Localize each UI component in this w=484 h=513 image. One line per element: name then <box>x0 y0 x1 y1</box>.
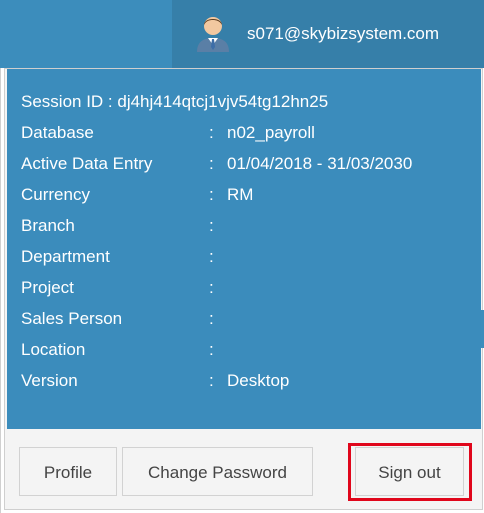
user-menu-toggle[interactable]: s071@skybizsystem.com <box>172 0 484 68</box>
session-id-value: dj4hj414qtcj1vjv54tg12hn25 <box>117 92 329 111</box>
info-label: Project <box>21 278 74 297</box>
info-colon: : <box>209 123 214 142</box>
info-value: RM <box>227 185 254 204</box>
info-row-active-data-entry: Active Data Entry : 01/04/2018 - 31/03/2… <box>21 154 481 180</box>
info-row-sales-person: Sales Person : <box>21 309 481 335</box>
info-colon: : <box>209 216 214 235</box>
info-label: Database <box>21 123 94 142</box>
info-row-department: Department : <box>21 247 481 273</box>
info-value: n02_payroll <box>227 123 315 142</box>
info-label: Department <box>21 247 110 266</box>
info-label: Currency <box>21 185 90 204</box>
page-edge-divider <box>0 68 1 513</box>
info-colon: : <box>209 340 214 359</box>
info-row-branch: Branch : <box>21 216 481 242</box>
info-row-database: Database : n02_payroll <box>21 123 481 149</box>
profile-button[interactable]: Profile <box>19 447 117 496</box>
info-colon: : <box>209 309 214 328</box>
info-row-location: Location : <box>21 340 481 366</box>
info-row-currency: Currency : RM <box>21 185 481 211</box>
info-label: Branch <box>21 216 75 235</box>
info-colon: : <box>209 278 214 297</box>
session-id: Session ID : dj4hj414qtcj1vjv54tg12hn25 <box>21 92 329 111</box>
user-dropdown-menu: Session ID : dj4hj414qtcj1vjv54tg12hn25 … <box>4 68 483 510</box>
info-label: Active Data Entry <box>21 154 153 173</box>
info-colon: : <box>209 185 214 204</box>
info-label: Sales Person <box>21 309 123 328</box>
user-email: s071@skybizsystem.com <box>247 24 440 43</box>
info-value: Desktop <box>227 371 290 390</box>
session-id-label: Session ID <box>21 92 104 111</box>
info-colon: : <box>209 154 214 173</box>
info-row-version: Version : Desktop <box>21 371 481 397</box>
sign-out-button[interactable]: Sign out <box>355 447 464 496</box>
session-info-panel: Session ID : dj4hj414qtcj1vjv54tg12hn25 … <box>7 69 481 429</box>
info-label: Version <box>21 371 78 390</box>
info-colon: : <box>209 247 214 266</box>
info-label: Location <box>21 340 86 359</box>
top-navbar: s071@skybizsystem.com <box>0 0 484 68</box>
user-avatar-icon <box>197 17 229 52</box>
info-colon: : <box>209 371 214 390</box>
info-value: 01/04/2018 - 31/03/2030 <box>227 154 413 173</box>
change-password-button[interactable]: Change Password <box>122 447 313 496</box>
info-row-project: Project : <box>21 278 481 304</box>
